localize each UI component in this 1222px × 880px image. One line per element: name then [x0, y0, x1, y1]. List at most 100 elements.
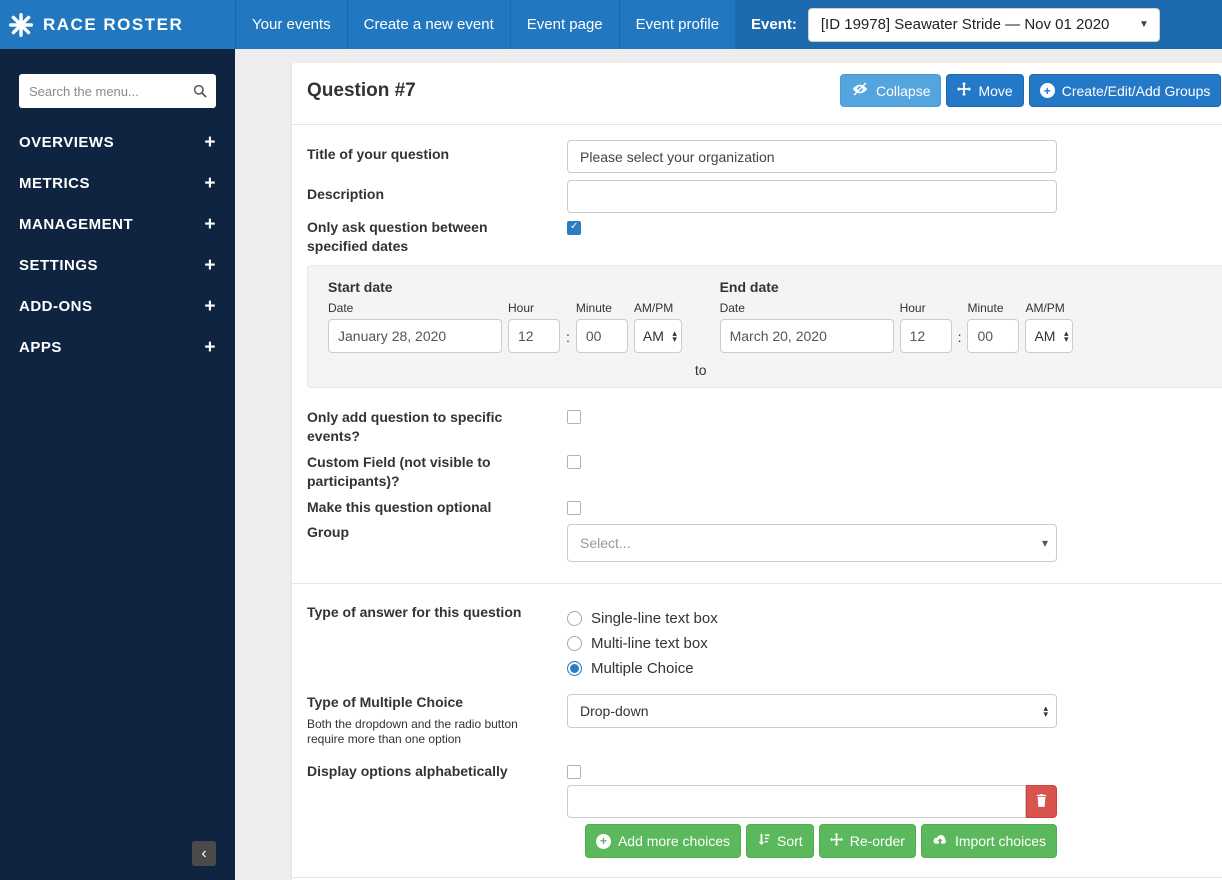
multiple-choice-type-select[interactable]: Drop-down ▴▾ — [567, 694, 1057, 728]
import-choices-label: Import choices — [955, 833, 1046, 849]
question-header-buttons: Collapse Move + Create/Edit/Add Groups — [840, 74, 1221, 107]
race-roster-logo-icon — [8, 12, 34, 38]
sidebar-item-label: ADD-ONS — [19, 298, 93, 315]
time-colon: : — [566, 329, 570, 353]
between-dates-checkbox[interactable] — [567, 221, 581, 235]
make-optional-checkbox[interactable] — [567, 501, 581, 515]
display-alpha-checkbox[interactable] — [567, 765, 581, 779]
trash-icon — [1036, 794, 1047, 810]
divider — [292, 877, 1222, 878]
choice-option-input[interactable] — [567, 785, 1026, 818]
end-ampm-select[interactable]: AM ▴▾ — [1025, 319, 1073, 353]
end-date-input[interactable] — [720, 319, 894, 353]
nav-event-page[interactable]: Event page — [510, 0, 619, 49]
ampm-column-label: AM/PM — [1025, 301, 1073, 315]
sidebar-item-addons[interactable]: ADD-ONS + — [0, 286, 235, 327]
sidebar-item-settings[interactable]: SETTINGS + — [0, 245, 235, 286]
chevron-down-icon: ▼ — [1139, 19, 1149, 30]
custom-field-checkbox[interactable] — [567, 455, 581, 469]
date-column-label: Date — [720, 301, 894, 315]
eye-slash-icon — [851, 82, 869, 99]
sort-icon — [757, 833, 770, 849]
search-input[interactable] — [19, 84, 184, 99]
title-of-question-label: Title of your question — [307, 145, 547, 164]
event-select[interactable]: [ID 19978] Seawater Stride — Nov 01 2020… — [808, 8, 1160, 42]
cloud-upload-icon — [932, 833, 948, 849]
sidebar-menu: OVERVIEWS + METRICS + MANAGEMENT + SETTI… — [0, 122, 235, 368]
up-down-arrows-icon: ▴▾ — [672, 330, 677, 342]
ampm-column-label: AM/PM — [634, 301, 682, 315]
divider — [292, 124, 1222, 125]
collapse-question-button[interactable]: Collapse — [840, 74, 941, 107]
multiple-choice-type-value: Drop-down — [580, 703, 648, 719]
specific-events-checkbox[interactable] — [567, 410, 581, 424]
choice-action-buttons: + Add more choices Sort Re-order Import — [567, 824, 1057, 858]
sidebar-item-label: SETTINGS — [19, 257, 98, 274]
group-select-value: Select... — [580, 535, 631, 551]
sort-label: Sort — [777, 833, 803, 849]
plus-icon[interactable]: + — [204, 133, 216, 152]
reorder-label: Re-order — [850, 833, 905, 849]
add-more-choices-button[interactable]: + Add more choices — [585, 824, 741, 858]
sidebar-item-overviews[interactable]: OVERVIEWS + — [0, 122, 235, 163]
start-minute-input[interactable] — [576, 319, 628, 353]
radio-icon[interactable] — [567, 636, 582, 651]
end-hour-input[interactable] — [900, 319, 952, 353]
question-title-input[interactable] — [567, 140, 1057, 173]
radio-icon[interactable] — [567, 661, 582, 676]
plus-icon[interactable]: + — [204, 256, 216, 275]
answer-option-label: Multiple Choice — [591, 660, 694, 677]
plus-icon[interactable]: + — [204, 297, 216, 316]
answer-type-label: Type of answer for this question — [307, 603, 547, 622]
specific-events-label: Only add question to specific events? — [307, 408, 512, 446]
move-button-label: Move — [978, 83, 1012, 99]
plus-icon[interactable]: + — [204, 174, 216, 193]
up-down-arrows-icon: ▴▾ — [1064, 330, 1069, 342]
reorder-button[interactable]: Re-order — [819, 824, 916, 858]
import-choices-button[interactable]: Import choices — [921, 824, 1057, 858]
sidebar-collapse-button[interactable]: ‹ — [192, 841, 216, 866]
start-date-input[interactable] — [328, 319, 502, 353]
answer-option-label: Multi-line text box — [591, 635, 708, 652]
end-date-group: End date Date Hour : Minute — [720, 279, 1074, 353]
delete-choice-button[interactable] — [1026, 785, 1057, 818]
start-ampm-value: AM — [643, 328, 664, 344]
between-dates-label: Only ask question between specified date… — [307, 218, 512, 256]
divider — [292, 583, 1222, 584]
hour-column-label: Hour — [900, 301, 952, 315]
group-select[interactable]: Select... ▾ — [567, 524, 1057, 562]
nav-your-events[interactable]: Your events — [235, 0, 347, 49]
event-label: Event: — [751, 16, 797, 33]
up-down-arrows-icon: ▴▾ — [1043, 705, 1048, 717]
plus-icon[interactable]: + — [204, 215, 216, 234]
multiple-choice-help-text: Both the dropdown and the radio button r… — [307, 717, 532, 747]
search-icon[interactable] — [184, 84, 216, 98]
create-edit-add-groups-button[interactable]: + Create/Edit/Add Groups — [1029, 74, 1222, 107]
start-hour-input[interactable] — [508, 319, 560, 353]
choice-input-group — [567, 785, 1057, 818]
sidebar-item-apps[interactable]: APPS + — [0, 327, 235, 368]
answer-option-multiple-choice[interactable]: Multiple Choice — [567, 660, 718, 676]
plus-circle-icon: + — [596, 834, 611, 849]
question-card: Question #7 Collapse Move + Create/Edit/… — [292, 63, 1222, 880]
move-icon — [830, 833, 843, 849]
add-more-choices-label: Add more choices — [618, 833, 730, 849]
sidebar-item-metrics[interactable]: METRICS + — [0, 163, 235, 204]
move-question-button[interactable]: Move — [946, 74, 1023, 107]
plus-icon[interactable]: + — [204, 338, 216, 357]
end-ampm-value: AM — [1034, 328, 1055, 344]
radio-icon[interactable] — [567, 611, 582, 626]
sort-button[interactable]: Sort — [746, 824, 814, 858]
start-date-title: Start date — [328, 279, 682, 295]
nav-create-a-new-event[interactable]: Create a new event — [347, 0, 510, 49]
sidebar-item-management[interactable]: MANAGEMENT + — [0, 204, 235, 245]
brand[interactable]: RACE ROSTER — [0, 0, 235, 49]
answer-option-single-line[interactable]: Single-line text box — [567, 610, 718, 626]
answer-option-multi-line[interactable]: Multi-line text box — [567, 635, 718, 651]
description-input[interactable] — [567, 180, 1057, 213]
nav-event-profile[interactable]: Event profile — [619, 0, 735, 49]
sidebar-item-label: APPS — [19, 339, 62, 356]
end-minute-input[interactable] — [967, 319, 1019, 353]
start-ampm-select[interactable]: AM ▴▾ — [634, 319, 682, 353]
menu-search-box — [19, 74, 216, 108]
